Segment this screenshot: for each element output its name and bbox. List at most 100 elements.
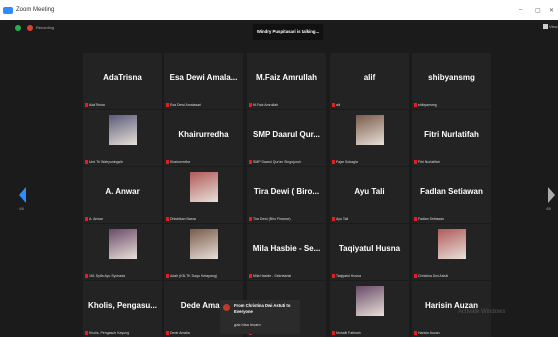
participant-tile[interactable]: Fadlan Setiawan Fadlan Setiawan: [412, 167, 491, 223]
participant-label-text: Fadlan Setiawan: [418, 216, 445, 221]
participant-label-text: Esa Dewi Amalasari: [170, 102, 202, 107]
participant-label-text: Dede Amalia: [170, 330, 190, 335]
participant-photo: [356, 286, 384, 316]
view-label: View: [549, 24, 558, 29]
participant-name: Tira Dewi ( Biro...: [253, 187, 320, 196]
participant-tile[interactable]: 161 Syifa Ayu Syuhada: [83, 224, 162, 280]
participant-name: AdaTrisna: [103, 73, 142, 82]
minimize-button[interactable]: –: [519, 7, 522, 13]
muted-mic-icon: [414, 274, 417, 278]
participant-tile[interactable]: Christina Dwi Astuti: [412, 224, 491, 280]
participant-name: Khairurredha: [178, 130, 229, 139]
muted-mic-icon: [166, 274, 169, 278]
participant-name: Esa Dewi Amala...: [169, 73, 238, 82]
participant-tile[interactable]: Umi Tri Wahyuningsih: [83, 110, 162, 166]
participant-label-text: M.Faiz Amrullah: [253, 102, 279, 107]
participant-label-text: SMP Daarul Qur'an Singojuruh: [253, 159, 301, 164]
participant-label: Esa Dewi Amalasari: [166, 103, 201, 107]
participant-photo: [190, 172, 218, 202]
chevron-right-icon: [548, 187, 555, 203]
muted-mic-icon: [332, 103, 335, 107]
participant-label-text: Umi Tri Wahyuningsih: [89, 159, 123, 164]
muted-mic-icon: [249, 160, 252, 164]
participant-label: Christina Dwi Astuti: [414, 274, 448, 278]
participant-label: Harisin Auzan: [414, 331, 440, 335]
participant-label: AdaTrisna: [85, 103, 105, 107]
participant-label-text: Harisin Auzan: [418, 330, 440, 335]
participant-name: Fadlan Setiawan: [420, 187, 483, 196]
muted-mic-icon: [166, 103, 169, 107]
participant-label-text: Dhistrikan Nasra: [170, 216, 196, 221]
participant-name: Mila Hasbie - Se...: [252, 244, 321, 253]
participant-photo: [356, 115, 384, 145]
page-indicator-left: 4/6: [19, 207, 24, 211]
participant-tile[interactable]: Fitri Nurlatifah Fitri Nurlatifah: [412, 110, 491, 166]
participant-tile[interactable]: Dhistrikan Nasra: [164, 167, 243, 223]
muted-mic-icon: [85, 160, 88, 164]
participant-label: A. Anwar: [85, 217, 103, 221]
participant-tile[interactable]: Taqiyatul Husna Taqiyatul Husna: [330, 224, 409, 280]
participant-label-text: Fitri Nurlatifah: [418, 159, 440, 164]
participant-label: Mila Hasbie - Sekretariat: [249, 274, 291, 278]
muted-mic-icon: [332, 217, 335, 221]
muted-mic-icon: [249, 217, 252, 221]
muted-mic-icon: [85, 274, 88, 278]
participant-label: shibyansmg: [414, 103, 437, 107]
participant-tile[interactable]: A. Anwar A. Anwar: [83, 167, 162, 223]
muted-mic-icon: [414, 103, 417, 107]
participant-label-text: Adah (KB-TK Daqu Ketapang): [170, 273, 218, 278]
participant-tile[interactable]: Adah (KB-TK Daqu Ketapang): [164, 224, 243, 280]
participant-label: 161 Syifa Ayu Syuhada: [85, 274, 125, 278]
muted-mic-icon: [332, 160, 335, 164]
chevron-left-icon: [19, 187, 26, 203]
participant-label-text: A. Anwar: [89, 216, 104, 221]
participant-tile[interactable]: AdaTrisna AdaTrisna: [83, 53, 162, 109]
participant-tile[interactable]: Khairurredha Khairurredha: [164, 110, 243, 166]
participant-label-text: Kholis, Pengasuh Kayung: [89, 330, 130, 335]
participant-tile[interactable]: Tira Dewi ( Biro... Tira Dewi (Biro Finan…: [247, 167, 326, 223]
talking-indicator: Windry Puspitasari is talking...: [253, 24, 323, 40]
participant-tile[interactable]: shibyansmg shibyansmg: [412, 53, 491, 109]
participant-name: M.Faiz Amrullah: [255, 73, 318, 82]
participant-tile[interactable]: Muhalli Fatimah: [330, 281, 409, 337]
close-button[interactable]: ✕: [549, 7, 554, 14]
participant-tile[interactable]: M.Faiz Amrullah M.Faiz Amrullah: [247, 53, 326, 109]
grid-view-icon: [543, 24, 548, 29]
participant-label: Fitri Nurlatifah: [414, 160, 440, 164]
participant-name: SMP Daarul Qur...: [253, 130, 320, 139]
muted-mic-icon: [414, 160, 417, 164]
participant-name: A. Anwar: [105, 187, 140, 196]
maximize-button[interactable]: ▢: [535, 7, 541, 14]
zoom-logo-icon: [3, 7, 13, 14]
activate-windows-watermark: Activate Windows: [458, 309, 506, 315]
participant-label: M.Faiz Amrullah: [249, 103, 278, 107]
security-shield-icon[interactable]: [15, 25, 21, 31]
participant-name: shibyansmg: [428, 73, 475, 82]
recording-label: Recording: [36, 25, 55, 30]
participant-photo: [438, 229, 466, 259]
participant-tile[interactable]: Kholis, Pengasu... Kholis, Pengasuh Kayun…: [83, 281, 162, 337]
participant-label: Dhistrikan Nasra: [166, 217, 196, 221]
participant-name: Ayu Tali: [354, 187, 385, 196]
participant-tile[interactable]: Esa Dewi Amala... Esa Dewi Amalasari: [164, 53, 243, 109]
participant-label-text: Mila Hasbie - Sekretariat: [253, 273, 292, 278]
participant-label-text: shibyansmg: [418, 102, 437, 107]
participant-tile[interactable]: SMP Daarul Qur... SMP Daarul Qur'an Singo…: [247, 110, 326, 166]
participant-label: Tira Dewi (Biro Finance): [249, 217, 291, 221]
participant-tile[interactable]: alif alif: [330, 53, 409, 109]
page-indicator-right: 4/6: [546, 207, 551, 211]
chat-notification[interactable]: From Christina Dwi Astuti to Everyone ga…: [220, 300, 300, 334]
participant-label-text: Christina Dwi Astuti: [418, 273, 449, 278]
participant-label: SMP Daarul Qur'an Singojuruh: [249, 160, 301, 164]
muted-mic-icon: [249, 274, 252, 278]
chat-sender: From Christina Dwi Astuti to Everyone: [234, 303, 291, 314]
participant-tile[interactable]: Ayu Tali Ayu Tali: [330, 167, 409, 223]
muted-mic-icon: [166, 331, 169, 335]
window-title: Zoom Meeting: [16, 7, 55, 13]
participant-tile[interactable]: Fajar Subagia: [330, 110, 409, 166]
view-button[interactable]: View: [543, 23, 558, 33]
muted-mic-icon: [332, 331, 335, 335]
participant-tile[interactable]: Mila Hasbie - Se... Mila Hasbie - Sekreta…: [247, 224, 326, 280]
avatar: [223, 304, 230, 311]
participant-photo: [190, 229, 218, 259]
